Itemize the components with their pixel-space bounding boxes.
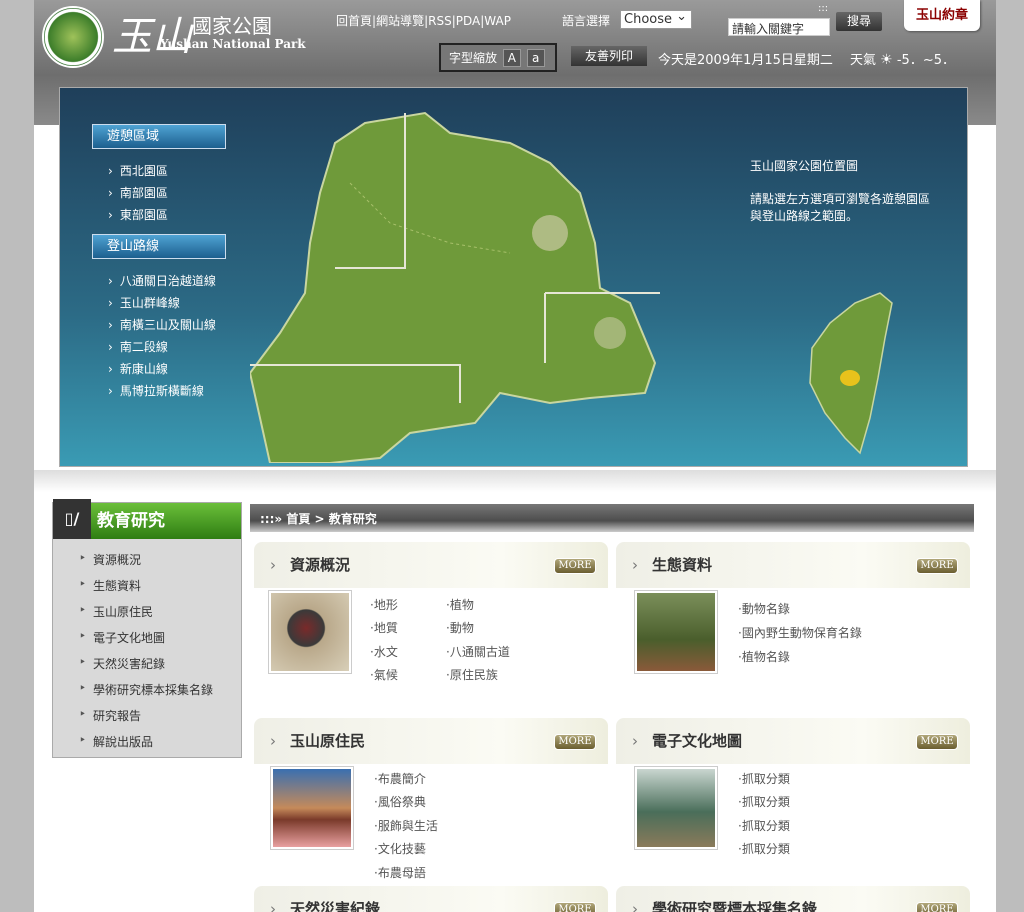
sidebar-item-culture-map[interactable]: 電子文化地圖	[79, 629, 165, 646]
map-info: 玉山國家公園位置圖 請點選左方選項可瀏覽各遊憩園區 與登山路線之範圍。	[750, 158, 930, 225]
divider	[34, 470, 996, 492]
font-small-button[interactable]: a	[526, 49, 545, 67]
sidebar-item-disaster[interactable]: 天然災害紀錄	[79, 655, 165, 672]
sidebar-header: ▯/ 教育研究	[53, 499, 241, 539]
brand-chinese-name: 國家公園	[192, 14, 272, 38]
date-text: 今天是2009年1月15日星期二	[658, 53, 833, 68]
link-wap[interactable]: WAP	[484, 14, 511, 28]
language-select[interactable]: Choose	[620, 8, 692, 29]
resource-link[interactable]: 氣候	[370, 666, 398, 683]
ecology-link[interactable]: 國內野生動物保育名錄	[738, 624, 862, 641]
resource-link[interactable]: 地質	[370, 619, 398, 636]
sidebar-item-publications[interactable]: 解說出版品	[79, 733, 153, 750]
font-size-control: 字型縮放 A a	[439, 43, 557, 72]
culture-map-link[interactable]: 抓取分類	[738, 817, 790, 834]
stamp-tab[interactable]: 玉山約章	[904, 0, 980, 31]
map-info-text: 與登山路線之範圍。	[750, 209, 859, 223]
indigenous-link[interactable]: 服飾與生活	[374, 817, 438, 834]
area-item-south[interactable]: 南部園區	[108, 184, 168, 201]
resource-link[interactable]: 地形	[370, 596, 398, 613]
more-button[interactable]: MORE	[916, 734, 958, 750]
indigenous-link[interactable]: 布農母語	[374, 864, 426, 881]
route-item[interactable]: 南二段線	[108, 338, 168, 355]
breadcrumb: :::» 首頁 > 教育研究	[250, 504, 974, 532]
brand-english-name: Yushan National Park	[160, 37, 306, 51]
breadcrumb-prefix: :::»	[260, 512, 283, 526]
area-item-east[interactable]: 東部園區	[108, 206, 168, 223]
map-info-text: 請點選左方選項可瀏覽各遊憩園區	[750, 192, 931, 206]
indigenous-link[interactable]: 文化技藝	[374, 840, 426, 857]
resource-link[interactable]: 植物	[446, 596, 474, 613]
indigenous-link[interactable]: 風俗祭典	[374, 793, 426, 810]
sidebar-item-ecology[interactable]: 生態資料	[79, 577, 141, 594]
book-icon: ▯/	[53, 499, 91, 539]
font-size-label: 字型縮放	[449, 51, 498, 65]
card-indigenous: 玉山原住民 MORE 布農簡介 風俗祭典 服飾與生活 文化技藝 布農母語	[254, 718, 608, 888]
sidebar-title: 教育研究	[97, 511, 165, 531]
weather-label: 天氣	[850, 53, 877, 68]
culture-map-link[interactable]: 抓取分類	[738, 793, 790, 810]
sidebar: ▯/ 教育研究 資源概況 生態資料 玉山原住民 電子文化地圖 天然災害紀錄 學術…	[52, 499, 242, 758]
ecology-link[interactable]: 動物名錄	[738, 600, 790, 617]
link-pda[interactable]: PDA	[456, 14, 480, 28]
sun-icon: ☀	[880, 52, 893, 68]
card-resources: 資源概況 MORE 地形 地質 水文 氣候 植物 動物 八通關古道 原住民族	[254, 542, 608, 712]
more-button[interactable]: MORE	[554, 558, 596, 574]
search-button[interactable]: 搜尋	[836, 12, 882, 31]
font-large-button[interactable]: A	[502, 49, 521, 67]
bird-photo	[268, 590, 352, 674]
forest-path-photo	[634, 766, 718, 850]
resource-link[interactable]: 原住民族	[446, 666, 498, 683]
link-rss[interactable]: RSS	[428, 14, 452, 28]
language-label: 語言選擇	[562, 14, 611, 28]
area-menu-title: 遊憩區域	[92, 124, 226, 149]
culture-map-link[interactable]: 抓取分類	[738, 770, 790, 787]
resource-link[interactable]: 水文	[370, 643, 398, 660]
route-menu-title: 登山路線	[92, 234, 226, 259]
print-button[interactable]: 友善列印	[571, 46, 647, 66]
more-button[interactable]: MORE	[554, 734, 596, 750]
link-home[interactable]: 回首頁	[336, 14, 372, 28]
park-logo[interactable]	[42, 6, 104, 68]
sidebar-item-reports[interactable]: 研究報告	[79, 707, 141, 724]
sidebar-item-specimen[interactable]: 學術研究標本採集名錄	[79, 681, 213, 698]
card-culture-map: 電子文化地圖 MORE 抓取分類 抓取分類 抓取分類 抓取分類	[616, 718, 970, 888]
top-links: 回首頁|網站導覽|RSS|PDA|WAP	[336, 12, 511, 29]
route-item[interactable]: 南橫三山及關山線	[108, 316, 216, 333]
park-map-image[interactable]	[250, 103, 670, 463]
card-specimen: 學術研究暨標本採集名錄 MORE	[616, 886, 970, 912]
brand-calligraphy: 玉山	[112, 14, 192, 60]
search-input[interactable]: 請輸入關鍵字	[728, 18, 830, 36]
mountain-sunset-photo	[270, 766, 354, 850]
resource-link[interactable]: 動物	[446, 619, 474, 636]
ecology-link[interactable]: 植物名錄	[738, 648, 790, 665]
more-button[interactable]: MORE	[916, 558, 958, 574]
route-item[interactable]: 馬博拉斯橫斷線	[108, 382, 204, 399]
route-item[interactable]: 八通關日治越道線	[108, 272, 216, 289]
sidebar-item-indigenous[interactable]: 玉山原住民	[79, 603, 153, 620]
page: 玉山 國家公園 Yushan National Park 回首頁|網站導覽|RS…	[34, 0, 996, 912]
breadcrumb-home[interactable]: 首頁	[286, 512, 310, 526]
map-info-title: 玉山國家公園位置圖	[750, 159, 859, 173]
culture-map-link[interactable]: 抓取分類	[738, 840, 790, 857]
card-disaster: 天然災害紀錄 MORE	[254, 886, 608, 912]
weather: 天氣 ☀ -5．~5．	[850, 49, 955, 68]
indigenous-link[interactable]: 布農簡介	[374, 770, 426, 787]
more-button[interactable]: MORE	[554, 902, 596, 912]
breadcrumb-current: 教育研究	[328, 512, 377, 526]
breadcrumb-arrow: >	[314, 512, 325, 526]
search-dots: :::	[818, 3, 829, 14]
park-map-banner: 遊憩區域 西北園區 南部園區 東部園區 登山路線 八通關日治越道線 玉山群峰線 …	[59, 87, 968, 467]
card-ecology: 生態資料 MORE 動物名錄 國內野生動物保育名錄 植物名錄	[616, 542, 970, 712]
sidebar-item-resources[interactable]: 資源概況	[79, 551, 141, 568]
resource-link[interactable]: 八通關古道	[446, 643, 510, 660]
link-sitemap[interactable]: 網站導覽	[376, 14, 424, 28]
route-item[interactable]: 新康山線	[108, 360, 168, 377]
weather-value: -5．~5．	[896, 53, 955, 68]
hiker-forest-photo	[634, 590, 718, 674]
taiwan-map-image	[809, 292, 893, 455]
area-item-northwest[interactable]: 西北園區	[108, 162, 168, 179]
route-item[interactable]: 玉山群峰線	[108, 294, 180, 311]
more-button[interactable]: MORE	[916, 902, 958, 912]
